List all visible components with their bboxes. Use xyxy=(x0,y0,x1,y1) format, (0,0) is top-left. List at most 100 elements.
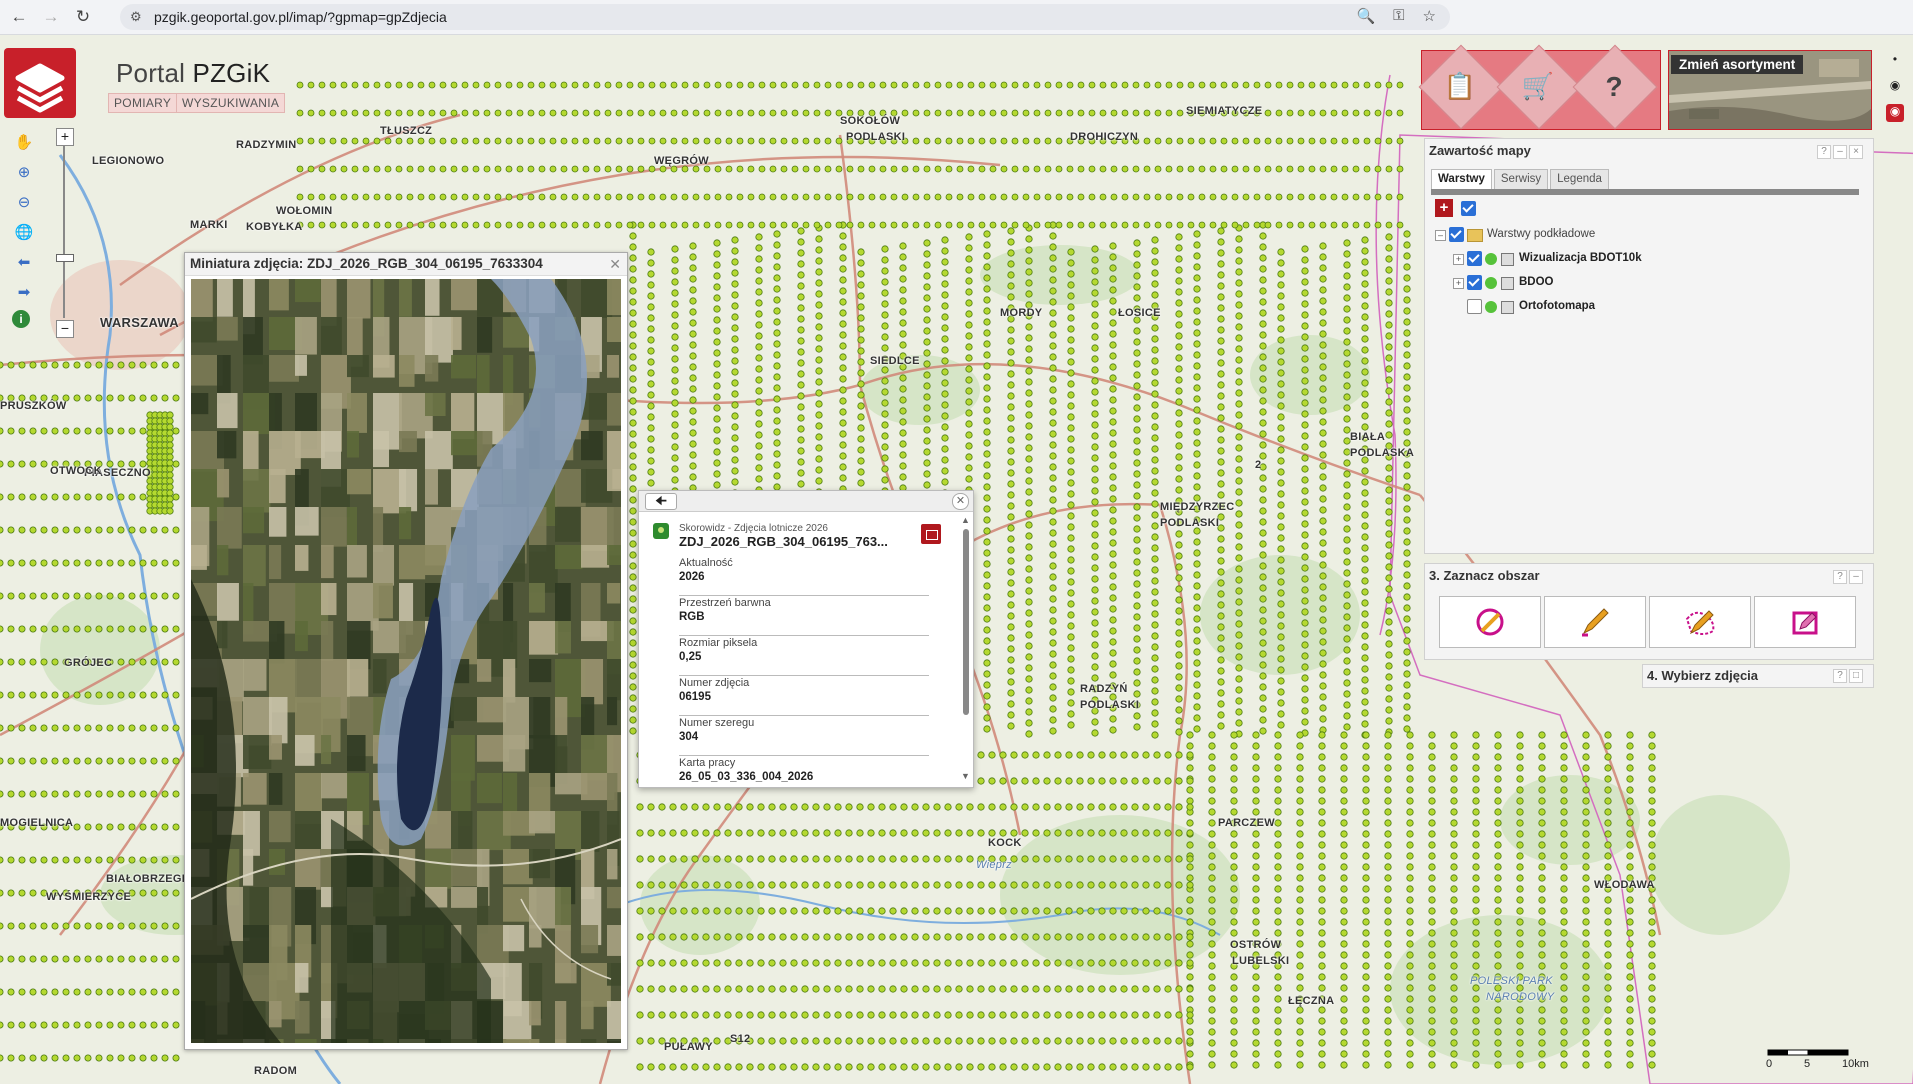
photo-point xyxy=(117,790,125,798)
eye-icon[interactable]: ◉ xyxy=(1886,104,1904,122)
bookmark-star-icon[interactable]: ☆ xyxy=(1423,7,1436,25)
help-icon[interactable]: ? xyxy=(1817,145,1831,159)
expand-icon[interactable]: + xyxy=(1453,278,1464,289)
layer-label[interactable]: BDOO xyxy=(1519,276,1554,288)
maximize-icon[interactable]: □ xyxy=(1849,669,1863,683)
help-icon[interactable]: ? xyxy=(1833,669,1847,683)
back-arrow-icon[interactable]: ← xyxy=(6,4,32,30)
photo-point xyxy=(1087,959,1095,967)
photo-point xyxy=(1066,81,1074,89)
zoom-slider[interactable]: + − xyxy=(56,128,74,338)
photo-point xyxy=(1054,829,1062,837)
minimize-icon[interactable]: – xyxy=(1833,145,1847,159)
photo-point xyxy=(1286,109,1294,117)
site-info-icon[interactable]: ⚙ xyxy=(130,9,142,25)
photo-point xyxy=(450,165,458,173)
photo-point xyxy=(1648,841,1656,849)
tab-warstwy[interactable]: Warstwy xyxy=(1431,169,1492,189)
photo-point xyxy=(1151,544,1159,552)
zoom-thumb[interactable] xyxy=(56,254,74,262)
close-icon[interactable]: × xyxy=(1849,145,1863,159)
dot-icon[interactable]: • xyxy=(1886,52,1904,70)
tab-serwisy[interactable]: Serwisy xyxy=(1493,169,1549,189)
show-image-icon[interactable] xyxy=(921,524,941,544)
photo-point xyxy=(692,109,700,117)
key-icon[interactable]: ⚿ xyxy=(1393,7,1404,25)
scroll-thumb[interactable] xyxy=(963,529,969,715)
address-bar[interactable]: ⚙ pzgik.geoportal.gov.pl/imap/?gpmap=gpZ… xyxy=(120,4,1450,30)
edit-selection-button[interactable] xyxy=(1754,596,1856,648)
photo-point xyxy=(128,856,136,864)
photo-point xyxy=(1252,885,1260,893)
photo-point xyxy=(1362,940,1370,948)
help-icon[interactable]: ? xyxy=(1833,570,1847,584)
pzgik-logo[interactable] xyxy=(4,48,76,118)
photo-point xyxy=(966,985,974,993)
minimize-icon[interactable]: – xyxy=(1849,570,1863,584)
draw-freehand-button[interactable] xyxy=(1649,596,1751,648)
info-icon[interactable]: i xyxy=(12,310,30,328)
photo-point xyxy=(0,1021,4,1029)
photo-point xyxy=(106,625,114,633)
photo-point xyxy=(95,1021,103,1029)
full-extent-globe-icon[interactable]: 🌐 xyxy=(12,220,36,244)
photo-point xyxy=(1330,165,1338,173)
question-mark-icon[interactable]: ? xyxy=(1585,71,1643,103)
pan-hand-icon[interactable]: ✋ xyxy=(12,130,36,154)
zoom-plus-button[interactable]: + xyxy=(56,128,74,146)
back-arrow-icon[interactable]: 🠈 xyxy=(645,493,677,510)
zoom-out-icon[interactable]: ⊖ xyxy=(12,190,36,214)
next-extent-icon[interactable]: ➡ xyxy=(12,280,36,304)
toggle-all-checkbox[interactable] xyxy=(1461,201,1476,216)
pomiary-button[interactable]: POMIARY xyxy=(108,93,178,113)
forward-arrow-icon[interactable]: → xyxy=(38,4,64,30)
close-icon[interactable]: ✕ xyxy=(952,493,969,510)
layer-checkbox[interactable] xyxy=(1467,251,1482,266)
layer-checkbox[interactable] xyxy=(1467,275,1482,290)
scroll-down-icon[interactable]: ▼ xyxy=(961,771,970,781)
zoom-in-icon[interactable]: ⊕ xyxy=(12,160,36,184)
photo-point xyxy=(629,540,637,548)
photo-point xyxy=(670,109,678,117)
photo-point xyxy=(1259,716,1267,724)
photo-point xyxy=(1154,137,1162,145)
close-icon[interactable]: ✕ xyxy=(609,256,621,273)
photo-point xyxy=(839,419,847,427)
previous-extent-icon[interactable]: ⬅ xyxy=(12,250,36,274)
layer-label[interactable]: Ortofotomapa xyxy=(1519,300,1595,312)
photo-point xyxy=(1067,611,1075,619)
expand-icon[interactable]: + xyxy=(1453,254,1464,265)
field-parcel xyxy=(503,1039,531,1043)
zoom-minus-button[interactable]: − xyxy=(56,320,74,338)
feature-info-popup[interactable]: 🠈 ✕ Skorowidz - Zdjęcia lotnicze 2026 ZD… xyxy=(638,490,974,788)
photo-point xyxy=(1582,808,1590,816)
draw-polygon-button[interactable] xyxy=(1544,596,1646,648)
photo-point xyxy=(900,933,908,941)
photo-point xyxy=(857,391,865,399)
photo-point xyxy=(1626,819,1634,827)
layer-checkbox[interactable] xyxy=(1467,299,1482,314)
change-assortment-button[interactable]: Zmień asortyment xyxy=(1668,50,1872,130)
collapse-icon[interactable]: – xyxy=(1435,230,1446,241)
photo-point xyxy=(1175,343,1183,351)
popup-scrollbar[interactable]: ▲ ▼ xyxy=(961,515,971,783)
photo-thumbnail-window[interactable]: Miniatura zdjęcia: ZDJ_2026_RGB_304_0619… xyxy=(184,252,628,1050)
field-parcel xyxy=(347,355,369,378)
layer-label[interactable]: Wizualizacja BDOT10k xyxy=(1519,252,1642,264)
eye-small-icon[interactable]: ◉ xyxy=(1886,78,1904,96)
add-layer-button[interactable]: + xyxy=(1435,199,1453,217)
photo-point xyxy=(18,988,26,996)
clear-selection-button[interactable] xyxy=(1439,596,1541,648)
group-checkbox[interactable] xyxy=(1449,227,1464,242)
wyszukiwania-button[interactable]: WYSZUKIWANIA xyxy=(176,93,286,113)
tab-legenda[interactable]: Legenda xyxy=(1550,169,1609,189)
photo-point xyxy=(867,829,875,837)
reload-icon[interactable]: ↻ xyxy=(70,4,96,30)
scroll-up-icon[interactable]: ▲ xyxy=(961,515,970,525)
clipboard-icon[interactable]: 📋 xyxy=(1431,71,1489,102)
photo-point xyxy=(1132,165,1140,173)
zoom-icon[interactable]: 🔍 xyxy=(1356,7,1375,25)
photo-point xyxy=(7,955,15,963)
cart-icon[interactable]: 🛒 xyxy=(1509,71,1567,102)
choose-photos-panel[interactable]: 4. Wybierz zdjęcia ? □ xyxy=(1642,664,1874,688)
